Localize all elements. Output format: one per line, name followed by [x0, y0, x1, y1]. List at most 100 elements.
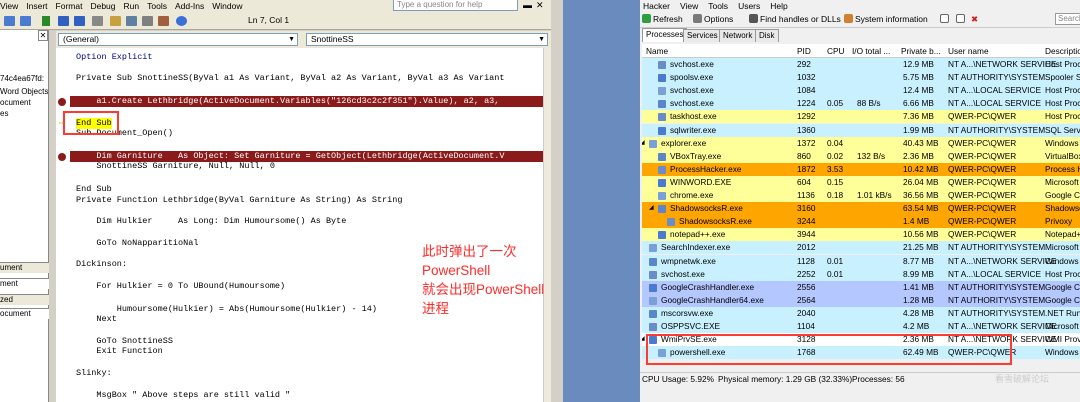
- menu-hacker[interactable]: Hacker: [643, 1, 670, 11]
- breakpoint-icon[interactable]: [58, 153, 66, 161]
- menu-window[interactable]: Window: [212, 1, 242, 11]
- menu-format[interactable]: Format: [56, 1, 83, 11]
- run-icon[interactable]: [42, 16, 50, 26]
- process-row[interactable]: ShadowsocksR.exe 3244 1.4 MB QWER-PC\QWER Pr…: [642, 215, 1080, 229]
- breakpoint-icon[interactable]: [58, 98, 66, 106]
- minimize-icon[interactable]: ▬: [523, 0, 532, 11]
- col-io[interactable]: I/O total ...: [852, 46, 890, 56]
- process-row[interactable]: spoolsv.exe 1032 5.75 MB NT AUTHORITY\SYSTE…: [642, 71, 1080, 85]
- search-input[interactable]: Search: [1055, 13, 1080, 25]
- process-icon: [658, 192, 666, 200]
- toolbox-icon[interactable]: [158, 16, 169, 26]
- object-combo[interactable]: (General) ▼: [58, 33, 298, 46]
- col-pid[interactable]: PID: [797, 46, 811, 56]
- design-mode-icon[interactable]: [92, 16, 103, 26]
- col-private-bytes[interactable]: Private b...: [901, 46, 941, 56]
- object-browser-icon[interactable]: [142, 16, 153, 26]
- menu-tools[interactable]: Tools: [147, 1, 167, 11]
- properties-combo[interactable]: ment: [0, 278, 49, 289]
- project-node[interactable]: 74c4ea67fd:: [0, 74, 44, 83]
- window-icon[interactable]: [940, 14, 951, 24]
- options-button[interactable]: Options: [693, 14, 733, 24]
- process-row[interactable]: wmpnetwk.exe 1128 0.01 8.77 MB NT A...\NETWO…: [642, 254, 1080, 268]
- process-user: QWER-PC\QWER: [948, 137, 1017, 148]
- menu-debug[interactable]: Debug: [90, 1, 115, 11]
- project-explorer-icon[interactable]: [110, 16, 121, 26]
- properties-item[interactable]: ocument: [0, 308, 49, 319]
- process-row[interactable]: mscorsvw.exe 2040 4.28 MB NT AUTHORITY\SYST…: [642, 306, 1080, 320]
- process-icon: [658, 113, 666, 122]
- procedure-combo[interactable]: SnottineSS ▼: [306, 33, 548, 46]
- col-cpu[interactable]: CPU: [827, 46, 845, 56]
- process-row[interactable]: svchost.exe 2252 0.01 8.99 MB NT A...\LOCAL …: [642, 267, 1080, 281]
- menu-help[interactable]: Help: [770, 1, 787, 11]
- process-pid: 2252: [797, 268, 816, 279]
- process-name: VBoxTray.exe: [670, 150, 722, 161]
- system-info-button[interactable]: System information: [844, 14, 928, 24]
- process-private-bytes: 1.28 MB: [903, 294, 934, 305]
- menu-users[interactable]: Users: [738, 1, 760, 11]
- ask-question-input[interactable]: Type a question for help: [393, 0, 518, 11]
- process-row[interactable]: SearchIndexer.exe 2012 21.25 MB NT AUTHORIT…: [642, 241, 1080, 255]
- col-description[interactable]: Descriptio: [1045, 46, 1080, 56]
- process-private-bytes: 2.36 MB: [903, 150, 934, 161]
- process-row[interactable]: svchost.exe 1224 0.05 88 B/s 6.66 MB NT A...\…: [642, 97, 1080, 111]
- menu-insert[interactable]: Insert: [26, 1, 47, 11]
- process-icon: [658, 152, 666, 161]
- process-name: sqlwriter.exe: [670, 124, 717, 135]
- code-vertical-scrollbar[interactable]: [543, 48, 551, 402]
- close-pane-icon[interactable]: ✕: [38, 30, 48, 41]
- process-user: NT A...\NETWORK SERVICE: [948, 59, 1057, 69]
- menu-view[interactable]: View: [0, 1, 18, 11]
- tab-processes[interactable]: Processes: [642, 28, 688, 42]
- col-user-name[interactable]: User name: [948, 46, 989, 56]
- terminate-icon[interactable]: ✖: [971, 14, 978, 25]
- process-row[interactable]: taskhost.exe 1292 7.36 MB QWER-PC\QWER Host …: [642, 110, 1080, 124]
- vba-menu-bar: View Insert Format Debug Run Tools Add-I…: [0, 0, 563, 12]
- find-handles-button[interactable]: Find handles or DLLs: [749, 14, 841, 24]
- this-document-node[interactable]: ocument: [0, 98, 31, 107]
- process-cpu: 0.05: [827, 98, 844, 109]
- process-row[interactable]: VBoxTray.exe 860 0.02 132 B/s 2.36 MB QWER-PC…: [642, 149, 1080, 163]
- code-editor[interactable]: Option Explicit Private Sub SnottineSS(By…: [56, 48, 543, 402]
- undo-icon[interactable]: [4, 16, 15, 26]
- reset-icon[interactable]: [74, 16, 85, 26]
- process-row[interactable]: notepad++.exe 3944 10.56 MB QWER-PC\QWER Not…: [642, 228, 1080, 242]
- expand-toggle-icon[interactable]: ◢: [642, 333, 645, 346]
- help-icon[interactable]: [176, 16, 187, 26]
- expand-toggle-icon[interactable]: ◢: [642, 137, 645, 150]
- tab-services[interactable]: Services: [683, 29, 722, 42]
- word-objects-node[interactable]: Word Objects: [0, 87, 48, 96]
- process-row[interactable]: GoogleCrashHandler64.exe 2564 1.28 MB NT AU…: [642, 293, 1080, 307]
- code-line: Slinky:: [76, 368, 112, 378]
- redo-icon[interactable]: [20, 16, 31, 26]
- process-icon: [658, 126, 666, 135]
- process-row[interactable]: OSPPSVC.EXE 1104 4.2 MB NT A...\NETWORK SER…: [642, 320, 1080, 333]
- process-row[interactable]: chrome.exe 1136 0.18 1.01 kB/s 36.56 MB QWER-…: [642, 189, 1080, 202]
- categorized-tab[interactable]: zed: [0, 294, 49, 305]
- process-row[interactable]: ◢ ShadowsocksR.exe 3160 63.54 MB QWER-PC\QWE…: [642, 202, 1080, 216]
- process-row[interactable]: sqlwriter.exe 1360 1.99 MB NT AUTHORITY\SYS…: [642, 123, 1080, 137]
- menu-view[interactable]: View: [680, 1, 698, 11]
- tab-network[interactable]: Network: [719, 29, 757, 42]
- target-icon[interactable]: [956, 14, 967, 24]
- menu-tools[interactable]: Tools: [708, 1, 728, 11]
- properties-icon[interactable]: [126, 16, 137, 26]
- process-name: chrome.exe: [670, 190, 714, 200]
- process-row[interactable]: svchost.exe 292 12.9 MB NT A...\NETWORK SER…: [642, 58, 1080, 71]
- menu-run[interactable]: Run: [124, 1, 140, 11]
- process-row[interactable]: WINWORD.EXE 604 0.15 26.04 MB QWER-PC\QWER Mi…: [642, 175, 1080, 189]
- process-row[interactable]: ProcessHacker.exe 1872 3.53 10.42 MB QWER-PC…: [642, 162, 1080, 176]
- process-pid: 1084: [797, 85, 816, 96]
- close-icon[interactable]: ✕: [536, 0, 544, 11]
- process-row[interactable]: ◢ explorer.exe 1372 0.04 40.43 MB QWER-PC\QWE…: [642, 136, 1080, 150]
- col-name[interactable]: Name: [646, 46, 668, 56]
- break-icon[interactable]: [58, 16, 69, 26]
- tab-disk[interactable]: Disk: [755, 29, 779, 42]
- process-row[interactable]: svchost.exe 1084 12.4 MB NT A...\LOCAL SERV…: [642, 84, 1080, 98]
- refresh-button[interactable]: Refresh: [642, 14, 683, 24]
- expand-toggle-icon[interactable]: ◢: [649, 202, 654, 215]
- references-node[interactable]: es: [0, 109, 8, 118]
- menu-add-ins[interactable]: Add-Ins: [175, 1, 204, 11]
- process-row[interactable]: GoogleCrashHandler.exe 2556 1.41 MB NT AUTH…: [642, 280, 1080, 294]
